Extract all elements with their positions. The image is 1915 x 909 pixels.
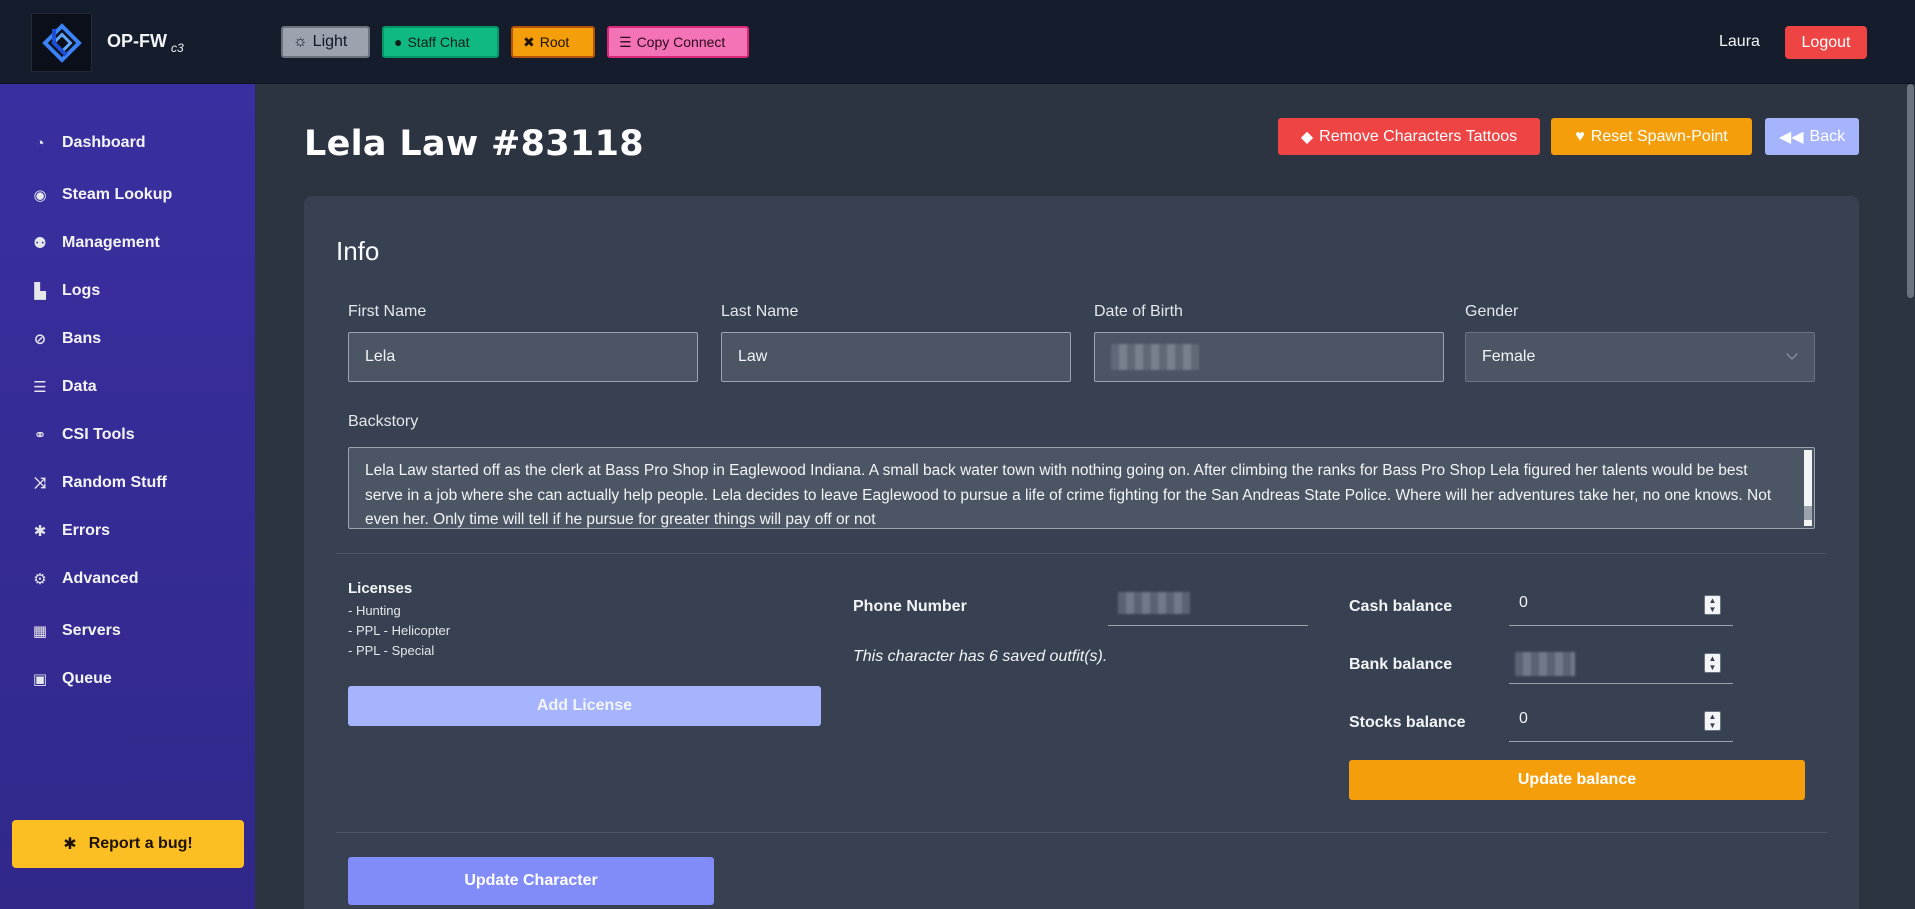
bank-balance-label: Bank balance	[1349, 656, 1453, 673]
stocks-balance-label: Stocks balance	[1349, 714, 1466, 731]
sidebar-item-dashboard[interactable]: ◔ Dashboard	[30, 134, 145, 152]
spinner-icon[interactable]: ▲ ▼	[1704, 595, 1721, 615]
page-scroll-thumb[interactable]	[1907, 84, 1914, 298]
redacted-value	[1111, 344, 1199, 370]
cash-balance-input[interactable]: 0 ▲ ▼	[1509, 588, 1733, 626]
sun-icon: ☼	[293, 33, 308, 50]
logo-icon	[41, 22, 82, 63]
divider	[336, 553, 1827, 554]
phone-field[interactable]	[1108, 588, 1308, 626]
info-card: Info First Name Lela Last Name Law Date …	[304, 196, 1859, 909]
page-title: Lela Law #83118	[304, 124, 644, 164]
bank-balance-input[interactable]: ▲ ▼	[1509, 646, 1733, 684]
phone-label: Phone Number	[853, 598, 967, 615]
info-heading: Info	[336, 236, 380, 266]
last-name-label: Last Name	[721, 303, 799, 320]
heartbeat-icon: ♥	[1575, 127, 1585, 145]
sidebar-item-errors[interactable]: ✱ Errors	[30, 522, 110, 540]
top-bar: OP-FW c3 ☼ Light ● Staff Chat ✖ Root ☰ Co…	[0, 0, 1915, 84]
cash-balance-label: Cash balance	[1349, 598, 1453, 615]
light-mode-button[interactable]: ☼ Light	[281, 26, 370, 58]
sidebar-item-csi-tools[interactable]: ⚭ CSI Tools	[30, 426, 135, 444]
reset-spawn-button[interactable]: ♥ Reset Spawn-Point	[1551, 118, 1752, 155]
train-icon: ▣	[32, 671, 48, 688]
server-icon: ☰	[619, 33, 632, 50]
steam-icon: ◉	[33, 187, 47, 204]
sidebar-item-queue[interactable]: ▣ Queue	[30, 670, 112, 688]
license-item: - PPL - Helicopter	[348, 623, 451, 638]
tools-icon: ✖	[523, 33, 535, 50]
dob-label: Date of Birth	[1094, 303, 1183, 320]
cogs-icon: ⚙	[33, 571, 47, 588]
sidebar-item-servers[interactable]: ▦ Servers	[30, 622, 121, 640]
last-name-field[interactable]: Law	[721, 332, 1071, 382]
sidebar: ◔ Dashboard ◉ Steam Lookup ⚉ Management ▙ Lo…	[0, 84, 255, 909]
divider	[336, 832, 1827, 833]
logout-button[interactable]: Logout	[1785, 26, 1867, 59]
sidebar-item-advanced[interactable]: ⚙ Advanced	[30, 570, 138, 588]
sidebar-item-bans[interactable]: ⊘ Bans	[30, 330, 101, 348]
logo[interactable]	[31, 13, 92, 72]
eraser-icon: ◆	[1300, 128, 1314, 146]
users-icon: ⚉	[33, 235, 47, 252]
redacted-value	[1515, 652, 1575, 676]
redacted-value	[1118, 592, 1190, 614]
brand-title: OP-FW c3	[107, 31, 184, 55]
outfits-note: This character has 6 saved outfit(s).	[853, 648, 1108, 665]
handshake-icon: ⚭	[33, 427, 47, 444]
copy-connect-button[interactable]: ☰ Copy Connect	[607, 26, 749, 58]
boxes-icon: ▙	[34, 283, 46, 300]
random-icon: ⤨	[33, 474, 46, 492]
license-item: - PPL - Special	[348, 643, 435, 658]
sidebar-item-random-stuff[interactable]: ⤨ Random Stuff	[30, 474, 167, 492]
user-slash-icon: ⊘	[33, 331, 47, 348]
report-bug-button[interactable]: ✱ Report a bug!	[12, 820, 244, 868]
update-character-button[interactable]: Update Character	[348, 857, 714, 905]
bug-icon: ✱	[33, 523, 47, 540]
staff-chat-button[interactable]: ● Staff Chat	[382, 26, 499, 58]
gender-label: Gender	[1465, 303, 1519, 320]
root-button[interactable]: ✖ Root	[511, 26, 595, 58]
sidebar-item-management[interactable]: ⚉ Management	[30, 234, 160, 252]
spinner-icon[interactable]: ▲ ▼	[1704, 653, 1721, 673]
sidebar-item-logs[interactable]: ▙ Logs	[30, 282, 100, 300]
username: Laura	[1719, 33, 1760, 50]
license-item: - Hunting	[348, 603, 401, 618]
building-icon: ▦	[32, 623, 48, 640]
stocks-balance-input[interactable]: 0 ▲ ▼	[1509, 704, 1733, 742]
licenses-title: Licenses	[348, 580, 413, 597]
database-icon: ☰	[33, 379, 47, 396]
chevron-down-icon	[1786, 348, 1798, 360]
gauge-icon: ◔	[35, 134, 45, 152]
sidebar-item-steam-lookup[interactable]: ◉ Steam Lookup	[30, 186, 172, 204]
bug-icon: ✱	[63, 836, 77, 853]
backstory-textarea[interactable]: Lela Law started off as the clerk at Bas…	[348, 447, 1815, 529]
dob-field[interactable]	[1094, 332, 1444, 382]
gender-select[interactable]: Female	[1465, 332, 1815, 382]
main-content: Lela Law #83118 ◆ Remove Characters Tatt…	[255, 84, 1915, 909]
remove-tattoos-button[interactable]: ◆ Remove Characters Tattoos	[1278, 118, 1540, 155]
backward-icon: ◀◀	[1778, 128, 1804, 146]
first-name-field[interactable]: Lela	[348, 332, 698, 382]
add-license-button[interactable]: Add License	[348, 686, 821, 726]
spinner-icon[interactable]: ▲ ▼	[1704, 711, 1721, 731]
textarea-scroll-thumb[interactable]	[1804, 506, 1812, 520]
update-balance-button[interactable]: Update balance	[1349, 760, 1805, 800]
comment-icon: ●	[394, 34, 403, 50]
backstory-label: Backstory	[348, 413, 419, 430]
first-name-label: First Name	[348, 303, 427, 320]
sidebar-item-data[interactable]: ☰ Data	[30, 378, 96, 396]
back-button[interactable]: ◀◀ Back	[1765, 118, 1859, 155]
